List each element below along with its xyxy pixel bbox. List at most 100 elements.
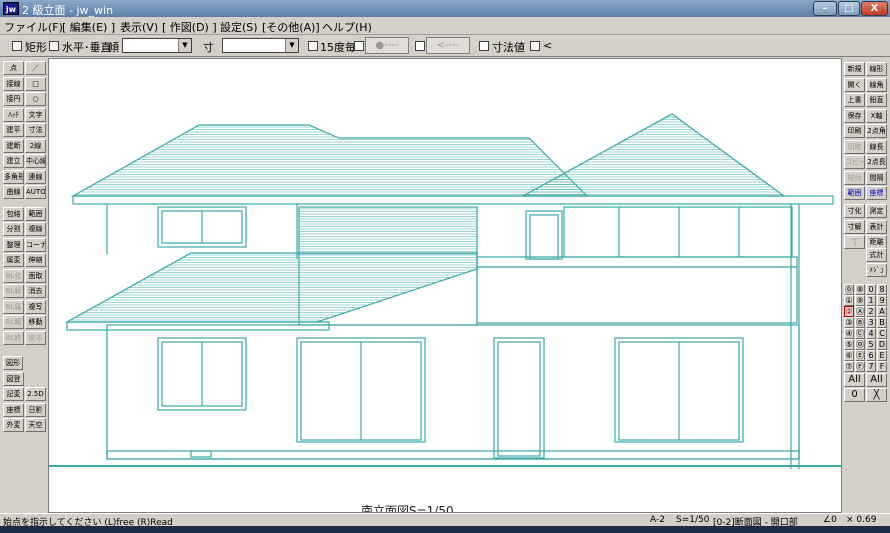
tool-button[interactable]: 図形 [3,356,23,370]
tool-button[interactable]: 面取 [25,268,46,283]
tool-button[interactable]: 戻る [25,330,46,345]
layer-button[interactable]: 3 [866,317,876,328]
lt-checkbox[interactable] [530,41,540,51]
menu-draw[interactable]: [ 作図(D) ] [162,19,217,35]
rect-checkbox[interactable] [12,41,22,51]
tool-button[interactable]: 測定 [866,204,887,218]
tool-button[interactable]: 印刷 [844,124,865,138]
tool-button[interactable]: ﾊｯﾁ [3,107,24,122]
layer-button[interactable]: D [877,339,887,350]
tool-button[interactable]: 建平 [3,123,24,137]
tool-button[interactable]: 中心線 [25,154,46,168]
layer-button[interactable]: 7 [866,361,876,372]
tool-button[interactable]: 座標 [866,186,887,200]
layer-button[interactable]: ⑤ [844,339,854,350]
status-angle[interactable]: ∠0 [823,515,837,525]
tool-button[interactable]: 属変 [3,253,24,267]
status-layer[interactable]: A-2 [650,515,665,525]
tool-button[interactable]: ／ [25,61,46,75]
menu-help[interactable]: ヘルプ(H) [322,19,372,35]
tool-button[interactable]: 鉛直 [866,93,887,107]
tool-button[interactable]: 外変 [3,418,24,432]
menu-view[interactable]: 表示(V) [120,19,158,35]
layer-button[interactable]: 4 [866,328,876,339]
tool-button[interactable]: 点 [3,61,24,75]
tool-button[interactable]: 接円 [3,92,24,106]
tool-button[interactable]: コーナー [25,237,46,252]
tool-button[interactable]: 寸解 [844,219,865,234]
tool-button[interactable]: 伸縮 [25,253,46,267]
tool-button[interactable]: 文字 [25,107,46,122]
tool-button[interactable]: □ [25,76,46,91]
tool-button[interactable]: 線角 [866,77,887,92]
tool-button[interactable]: 連線 [25,169,46,184]
layer-button[interactable]: 8 [877,284,887,295]
layer-button[interactable]: C [877,328,887,339]
all-layers-button[interactable]: All [844,373,865,387]
tool-button[interactable]: ○ [25,92,46,106]
tool-button[interactable]: 天空 [25,418,46,432]
size-combo[interactable]: ▼ [222,38,299,53]
tool-button[interactable]: 線形 [866,62,887,76]
layer-button[interactable]: Ⓓ [855,339,865,350]
tool-button[interactable]: 2点長 [866,155,887,169]
layer-button[interactable]: 1 [866,295,876,306]
tool-button[interactable]: 2.5D [25,387,46,401]
chevron-down-icon[interactable]: ▼ [178,39,191,52]
menu-other[interactable]: [その他(A)] [262,19,320,35]
tool-button[interactable]: BL編 [3,315,24,329]
tool-button[interactable]: 2線 [25,138,46,153]
tool-button[interactable]: 記変 [3,387,24,401]
status-zoom[interactable]: × 0.69 [846,515,876,525]
tool-button[interactable]: コピー [844,155,865,169]
tool-button[interactable]: AUTO [25,185,46,199]
close-button[interactable]: X [861,1,888,16]
tool-button[interactable]: BL終 [3,330,24,345]
layer-button[interactable]: A [877,306,887,317]
layer-button[interactable]: Ⓔ [855,350,865,361]
layer-button[interactable]: Ⓑ [855,317,865,328]
layer-button[interactable]: Ⓒ [855,328,865,339]
tool-button[interactable]: BL解 [3,284,24,298]
tool-button[interactable]: 分割 [3,222,24,236]
layer-button[interactable]: 0 [866,284,876,295]
tool-button[interactable]: 移動 [25,315,46,329]
misc-button[interactable]: ﾒｼﾞｭ [866,263,887,277]
tool-button[interactable]: 座標 [3,402,24,417]
layer-button[interactable]: ① [844,295,854,306]
hv-checkbox[interactable] [49,41,59,51]
tool-button[interactable]: 建立 [3,154,24,168]
layer-button[interactable]: ④ [844,328,854,339]
status-scale[interactable]: S=1/50 [676,515,709,525]
layer-button[interactable]: E [877,350,887,361]
tool-button[interactable]: 寸 [844,235,865,249]
menu-settings[interactable]: 設定(S) [220,19,258,35]
layer-button[interactable]: ⑦ [844,361,854,372]
tool-button[interactable]: 間隔 [866,170,887,185]
menu-edit[interactable]: [ 編集(E) ] [62,19,115,35]
layer-button[interactable]: 5 [866,339,876,350]
layer-button[interactable]: 6 [866,350,876,361]
layer-button[interactable]: ⑥ [844,350,854,361]
layer-button[interactable]: ⑨ [855,295,865,306]
tool-button[interactable]: 範囲 [25,206,46,221]
tool-button[interactable]: 寸化 [844,204,865,218]
circle-checkbox[interactable] [354,41,364,51]
arrow-line-button[interactable]: <---- [426,37,470,54]
tool-button[interactable]: 整理 [3,237,24,252]
tool-button[interactable]: BL属 [3,299,24,314]
layer-clear-button[interactable]: ╳ [866,388,887,402]
layer-button[interactable]: 9 [877,295,887,306]
tool-button[interactable]: 図登 [3,371,24,386]
layer-button[interactable]: ② [844,306,854,317]
tool-button[interactable]: X軸 [866,108,887,123]
circle-line-button[interactable]: ●---- [365,37,409,54]
tool-button[interactable]: 多角形 [3,169,24,184]
tool-button[interactable]: 範囲 [844,186,865,200]
layer-button[interactable]: 2 [866,306,876,317]
calc-button[interactable]: 式計 [866,248,887,262]
title-bar[interactable]: jw 2 級立面 - jw_win – □ X [0,0,890,17]
all-layers-button[interactable]: All [866,373,887,387]
tool-button[interactable]: 距離 [866,235,887,249]
maximize-button[interactable]: □ [838,1,860,16]
